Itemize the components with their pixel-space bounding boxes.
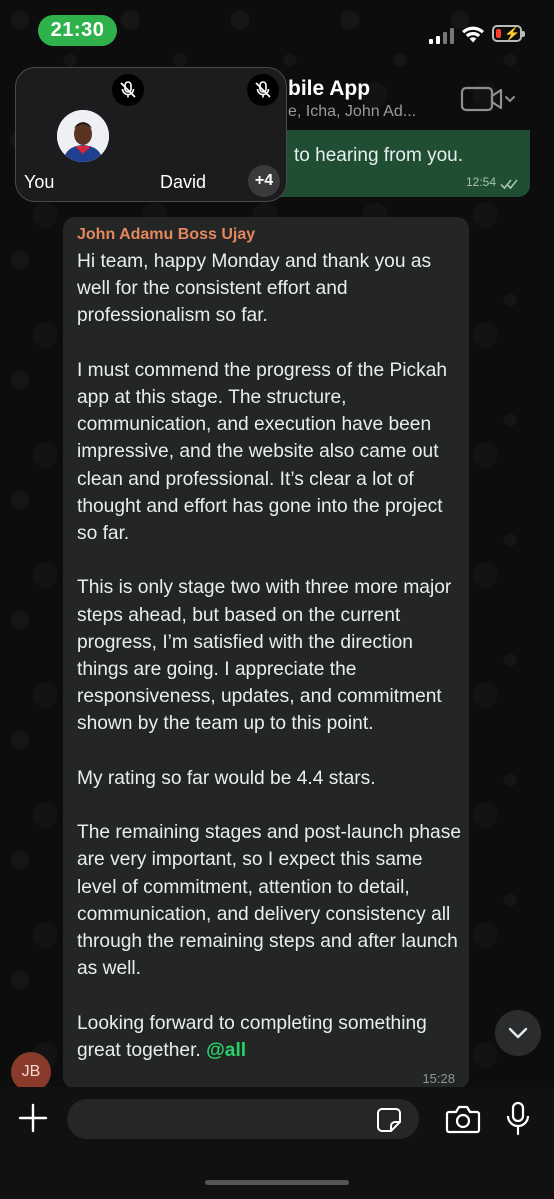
home-indicator [205, 1180, 349, 1185]
plus-icon[interactable] [17, 1102, 49, 1134]
mention-all-link[interactable]: @all [206, 1040, 246, 1061]
mic-icon[interactable] [505, 1101, 531, 1137]
chat-members-subtitle[interactable]: e, Icha, John Ad... [288, 103, 416, 121]
wifi-icon [462, 26, 484, 43]
outgoing-message-text: to hearing from you. [294, 145, 463, 166]
sticker-icon[interactable] [376, 1107, 402, 1133]
message-paragraph: I must commend the progress of the Picka… [77, 359, 448, 545]
sender-avatar[interactable]: JB [11, 1052, 51, 1092]
participant-name-you: You [24, 172, 55, 192]
message-input[interactable] [67, 1099, 419, 1139]
chat-title[interactable]: bile App [288, 77, 370, 101]
outgoing-message-bubble[interactable]: to hearing from you. 12:54 [248, 130, 530, 197]
camera-icon[interactable] [445, 1104, 481, 1134]
message-paragraph: This is only stage two with three more m… [77, 577, 452, 735]
group-call-pip[interactable]: You David +4 [15, 67, 287, 202]
video-call-icon[interactable] [460, 84, 516, 114]
double-check-icon [500, 179, 518, 190]
message-body: Hi team, happy Monday and thank you as w… [77, 248, 463, 1064]
incoming-message-bubble[interactable]: John Adamu Boss Ujay Hi team, happy Mond… [63, 217, 469, 1089]
cellular-signal-icon [429, 28, 455, 44]
message-closing-text: Looking forward to completing something … [77, 1012, 427, 1061]
message-paragraph: My rating so far would be 4.4 stars. [77, 767, 376, 789]
battery-icon: ⚡ [492, 25, 525, 42]
incoming-message-time: 15:28 [422, 1071, 455, 1086]
mic-off-icon [247, 74, 279, 106]
message-paragraph-last: Looking forward to completing something … [77, 1010, 463, 1064]
scroll-to-bottom-button[interactable] [495, 1010, 541, 1056]
message-paragraph: The remaining stages and post-launch pha… [77, 822, 461, 980]
participant-name-david: David [160, 172, 207, 192]
mic-off-icon [112, 74, 144, 106]
status-time-pill[interactable]: 21:30 [38, 15, 117, 46]
status-bar: 21:30 ⚡ [0, 0, 554, 62]
message-paragraph: Hi team, happy Monday and thank you as w… [77, 251, 432, 327]
chevron-down-icon [508, 1027, 528, 1039]
sender-name[interactable]: John Adamu Boss Ujay [77, 226, 255, 244]
participant-avatar [57, 110, 109, 162]
outgoing-message-time: 12:54 [465, 175, 496, 189]
more-participants-badge[interactable]: +4 [248, 165, 280, 197]
